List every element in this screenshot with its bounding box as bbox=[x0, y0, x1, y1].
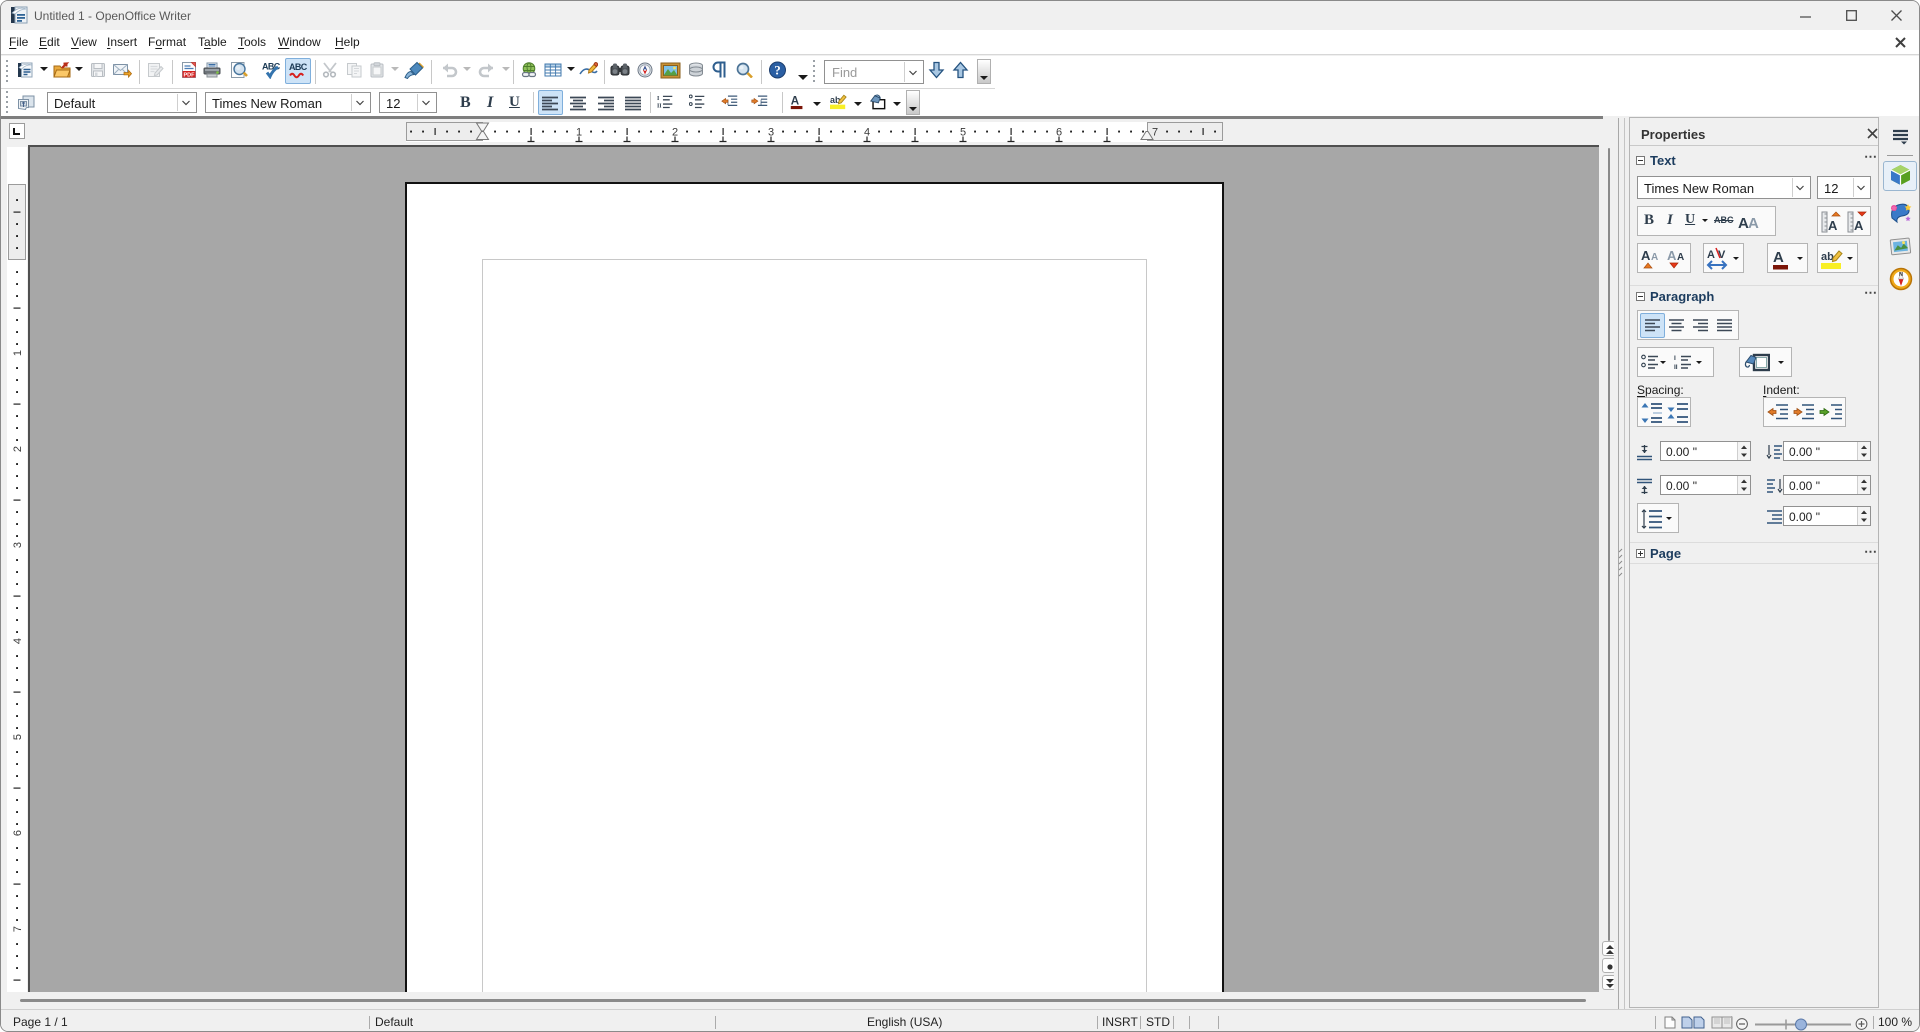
svg-text:6: 6 bbox=[12, 830, 24, 836]
svg-text:3: 3 bbox=[768, 127, 774, 139]
svg-text:A: A bbox=[1707, 249, 1715, 261]
svg-text:1: 1 bbox=[12, 350, 24, 356]
svg-text:1: 1 bbox=[576, 127, 582, 139]
svg-text:I: I bbox=[1674, 355, 1676, 362]
svg-text:N: N bbox=[1899, 272, 1903, 278]
svg-text:5: 5 bbox=[12, 734, 24, 740]
svg-text:PDF: PDF bbox=[184, 72, 196, 78]
svg-text:2: 2 bbox=[672, 127, 678, 139]
svg-text:6: 6 bbox=[1056, 127, 1062, 139]
svg-text:5: 5 bbox=[960, 127, 966, 139]
svg-text:A: A bbox=[1667, 248, 1677, 263]
svg-text:4: 4 bbox=[12, 638, 24, 644]
svg-text:?: ? bbox=[774, 63, 781, 78]
svg-text:I: I bbox=[657, 96, 660, 102]
svg-text:7: 7 bbox=[1152, 127, 1158, 139]
svg-text:A: A bbox=[791, 95, 800, 108]
svg-text:II: II bbox=[1674, 364, 1678, 370]
svg-text:A: A bbox=[1773, 249, 1784, 266]
svg-text:3: 3 bbox=[12, 542, 24, 548]
svg-text:A: A bbox=[1651, 252, 1658, 263]
svg-text:ABC: ABC bbox=[262, 62, 281, 72]
svg-text:7: 7 bbox=[12, 926, 24, 932]
svg-text:4: 4 bbox=[864, 127, 870, 139]
svg-text:A: A bbox=[1828, 218, 1838, 233]
svg-text:2: 2 bbox=[12, 446, 24, 452]
svg-text:A: A bbox=[1854, 218, 1864, 233]
svg-text:A: A bbox=[1677, 252, 1684, 263]
svg-text:A: A bbox=[1641, 248, 1651, 263]
svg-text:ABC: ABC bbox=[289, 62, 307, 72]
svg-text:A: A bbox=[1748, 215, 1759, 231]
svg-text:II: II bbox=[657, 103, 662, 109]
